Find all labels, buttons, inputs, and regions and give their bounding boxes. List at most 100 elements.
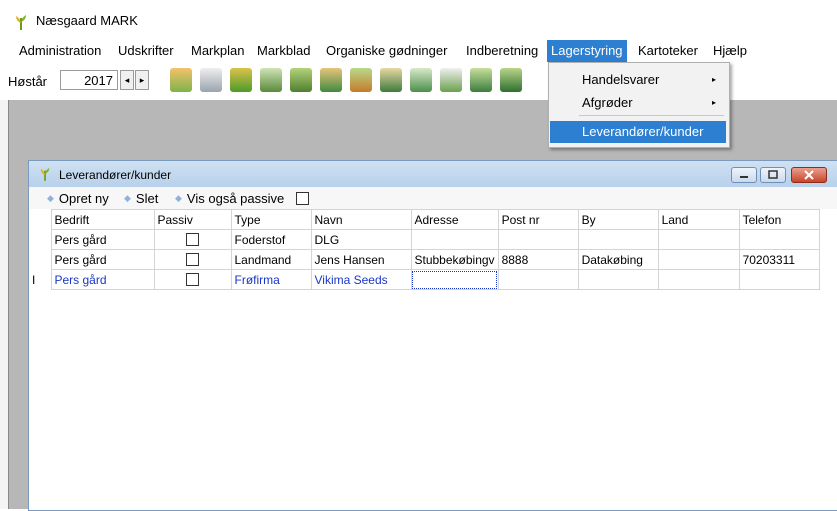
cell-passiv[interactable] (153, 229, 232, 250)
cell-land[interactable] (657, 269, 740, 290)
cell-type[interactable]: Landmand (230, 249, 312, 270)
cell-bedrift[interactable]: Pers gård (50, 269, 155, 290)
cell-passiv[interactable] (153, 269, 232, 290)
cell-postnr[interactable] (497, 229, 579, 250)
report-icon[interactable] (410, 68, 432, 92)
tractor-icon[interactable] (380, 68, 402, 92)
field-sheet-icon[interactable] (290, 68, 312, 92)
cell-telefon[interactable]: 70203311 (738, 249, 820, 270)
crop-icon[interactable] (230, 68, 252, 92)
show-passive-action[interactable]: ◆ Vis også passive (175, 191, 309, 206)
maximize-button[interactable] (760, 167, 786, 183)
harvest-year-field[interactable]: 2017 (60, 70, 118, 90)
maximize-icon (768, 170, 778, 179)
field-plan-icon[interactable] (260, 68, 282, 92)
fertilizer-icon[interactable] (350, 68, 372, 92)
row-indicator (29, 249, 52, 270)
cell-navn[interactable]: Vikima Seeds (310, 269, 412, 290)
minimize-icon (740, 176, 748, 178)
column-header-postnr[interactable]: Post nr (497, 209, 579, 230)
app-titlebar: Næsgaard MARK (0, 0, 837, 38)
close-button[interactable] (791, 167, 827, 183)
column-header-navn[interactable]: Navn (310, 209, 412, 230)
cell-type[interactable]: Frøfirma (230, 269, 312, 290)
new-entry-label: Opret ny (58, 191, 109, 206)
wheat-logo-icon (39, 167, 51, 184)
menu-udskrifter[interactable]: Udskrifter (114, 40, 178, 62)
app-title: Næsgaard MARK (36, 13, 138, 28)
column-header-land[interactable]: Land (657, 209, 740, 230)
window-titlebar[interactable]: Leverandører/kunder (29, 161, 837, 187)
printer-icon[interactable] (200, 68, 222, 92)
cell-by[interactable]: Datakøbing (577, 249, 659, 270)
map-icon[interactable] (470, 68, 492, 92)
table-row[interactable]: Pers gård Foderstof DLG (29, 229, 820, 250)
cell-type[interactable]: Foderstof (230, 229, 312, 250)
barn-icon[interactable] (320, 68, 342, 92)
lagerstyring-dropdown: Handelsvarer ▸ Afgrøder ▸ Leverandører/k… (548, 62, 730, 148)
table-row[interactable]: Pers gård Landmand Jens Hansen Stubbekøb… (29, 249, 820, 270)
show-passive-label: Vis også passive (186, 191, 285, 206)
year-next-button[interactable]: ▸ (135, 70, 149, 90)
table-row[interactable]: I Pers gård Frøfirma Vikima Seeds (29, 269, 820, 290)
dropdown-item-afgroder[interactable]: Afgrøder ▸ (550, 92, 726, 114)
dropdown-item-label: Leverandører/kunder (582, 124, 704, 139)
cell-adresse[interactable] (410, 229, 499, 250)
menu-administration[interactable]: Administration (15, 40, 105, 62)
menu-markplan[interactable]: Markplan (187, 40, 248, 62)
column-header-by[interactable]: By (577, 209, 659, 230)
column-header-bedrift[interactable]: Bedrift (50, 209, 155, 230)
row-indicator (29, 229, 52, 250)
cell-navn[interactable]: DLG (310, 229, 412, 250)
submenu-arrow-icon: ▸ (711, 75, 716, 84)
cell-bedrift[interactable]: Pers gård (50, 249, 155, 270)
cell-land[interactable] (657, 229, 740, 250)
cell-postnr[interactable] (497, 269, 579, 290)
menu-hjaelp[interactable]: Hjælp (709, 40, 751, 62)
new-entry-action[interactable]: ◆ Opret ny (47, 191, 109, 206)
cell-postnr[interactable]: 8888 (497, 249, 579, 270)
menu-kartoteker[interactable]: Kartoteker (634, 40, 702, 62)
column-header-adresse[interactable]: Adresse (410, 209, 499, 230)
calculator-icon[interactable] (440, 68, 462, 92)
delete-action[interactable]: ◆ Slet (124, 191, 158, 206)
cell-telefon[interactable] (738, 229, 820, 250)
current-row-indicator: I (29, 269, 52, 290)
dropdown-item-handelsvarer[interactable]: Handelsvarer ▸ (550, 69, 726, 91)
dropdown-separator (579, 115, 724, 116)
minimize-button[interactable] (731, 167, 757, 183)
cell-bedrift[interactable]: Pers gård (50, 229, 155, 250)
row-indicator-header (29, 209, 51, 230)
passive-checkbox[interactable] (186, 272, 199, 286)
submenu-arrow-icon: ▸ (711, 98, 716, 107)
column-header-passiv[interactable]: Passiv (153, 209, 232, 230)
cell-by[interactable] (577, 269, 659, 290)
menu-lagerstyring[interactable]: Lagerstyring (547, 40, 627, 62)
cell-adresse[interactable]: Stubbekøbingv (410, 249, 499, 270)
year-prev-button[interactable]: ◂ (120, 70, 134, 90)
wheat-logo-icon (14, 14, 28, 33)
menu-markblad[interactable]: Markblad (253, 40, 314, 62)
cell-telefon[interactable] (738, 269, 820, 290)
cell-passiv[interactable] (153, 249, 232, 270)
dropdown-item-leverandorer-kunder[interactable]: Leverandører/kunder (550, 121, 726, 143)
cell-navn[interactable]: Jens Hansen (310, 249, 412, 270)
menu-indberetning[interactable]: Indberetning (462, 40, 542, 62)
cell-land[interactable] (657, 249, 740, 270)
online-icon[interactable] (500, 68, 522, 92)
cell-by[interactable] (577, 229, 659, 250)
column-header-telefon[interactable]: Telefon (738, 209, 820, 230)
menu-organiske-godninger[interactable]: Organiske gødninger (322, 40, 451, 62)
cell-adresse[interactable] (410, 269, 499, 290)
window-action-bar: ◆ Opret ny ◆ Slet ◆ Vis også passive (29, 187, 837, 209)
passive-checkbox[interactable] (186, 252, 199, 266)
show-passive-checkbox[interactable] (295, 192, 309, 205)
column-header-type[interactable]: Type (230, 209, 312, 230)
delete-label: Slet (135, 191, 159, 206)
bullet-icon: ◆ (124, 193, 131, 203)
bullet-icon: ◆ (47, 193, 54, 203)
passive-checkbox[interactable] (186, 232, 199, 246)
close-icon (804, 170, 814, 180)
dropdown-item-label: Afgrøder (582, 95, 633, 110)
farm-icon[interactable] (170, 68, 192, 92)
